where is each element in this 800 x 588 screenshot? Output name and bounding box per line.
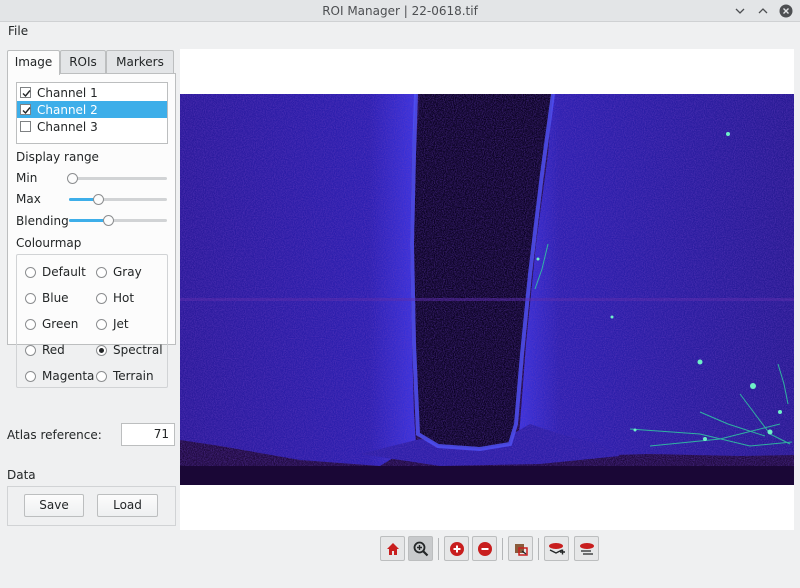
min-slider-handle[interactable] [67,173,78,184]
radio-gray[interactable] [96,266,107,278]
data-group: Save Load [7,486,176,526]
atlas-reference-input[interactable]: 71 [121,423,175,446]
min-label: Min [16,171,38,185]
radio-magenta[interactable] [25,370,36,382]
colourmap-option-terrain[interactable]: Terrain [96,369,154,383]
blending-slider-handle[interactable] [103,215,114,226]
colourmap-option-gray[interactable]: Gray [96,265,142,279]
zoom-icon[interactable] [408,536,433,561]
colourmap-option-red[interactable]: Red [25,343,65,357]
channel-1-checkbox[interactable] [20,87,31,98]
minimize-icon[interactable] [733,4,747,18]
radio-jet-label: Jet [113,317,129,331]
radio-default-label: Default [42,265,86,279]
max-label: Max [16,192,41,206]
colourmap-option-spectral[interactable]: Spectral [96,343,163,357]
fit-icon[interactable] [508,536,533,561]
radio-spectral-label: Spectral [113,343,163,357]
radio-red[interactable] [25,344,36,356]
save-button[interactable]: Save [24,494,84,517]
data-heading: Data [7,468,36,482]
colourmap-option-magenta[interactable]: Magenta [25,369,94,383]
maximize-icon[interactable] [756,4,770,18]
microscopy-image[interactable] [180,94,794,485]
zoom-out-icon[interactable] [472,536,497,561]
colourmap-option-blue[interactable]: Blue [25,291,69,305]
colourmap-option-green[interactable]: Green [25,317,78,331]
tab-image[interactable]: Image [7,50,60,75]
display-range-heading: Display range [16,150,99,164]
load-button[interactable]: Load [97,494,158,517]
radio-green[interactable] [25,318,36,330]
radio-red-label: Red [42,343,65,357]
channel-item-1[interactable]: Channel 1 [17,84,167,101]
blending-label: Blending [16,214,69,228]
radio-hot[interactable] [96,292,107,304]
max-slider-handle[interactable] [93,194,104,205]
toolbar-separator [502,538,503,560]
channel-2-checkbox[interactable] [20,104,31,115]
channel-1-label: Channel 1 [37,85,98,100]
image-canvas[interactable] [180,49,794,530]
home-icon[interactable] [380,536,405,561]
add-marker-icon[interactable] [544,536,569,561]
channel-list[interactable]: Channel 1 Channel 2 Channel 3 [16,82,168,144]
tab-rois[interactable]: ROIs [60,50,106,74]
remove-marker-icon[interactable] [574,536,599,561]
toolbar-separator [538,538,539,560]
radio-gray-label: Gray [113,265,142,279]
window-title: ROI Manager | 22-0618.tif [322,4,478,18]
channel-2-label: Channel 2 [37,102,98,117]
radio-blue-label: Blue [42,291,69,305]
channel-item-3[interactable]: Channel 3 [17,118,167,135]
channel-3-checkbox[interactable] [20,121,31,132]
colourmap-group: Default Gray Blue Hot Green Jet Red Spec… [16,254,168,388]
max-slider[interactable] [69,194,167,205]
zoom-in-icon[interactable] [444,536,469,561]
channel-item-2[interactable]: Channel 2 [17,101,167,118]
radio-terrain[interactable] [96,370,107,382]
colourmap-heading: Colourmap [16,236,82,250]
colourmap-option-jet[interactable]: Jet [96,317,129,331]
menu-bar: File [0,22,800,42]
min-slider[interactable] [67,173,167,184]
radio-green-label: Green [42,317,79,331]
toolbar-separator [438,538,439,560]
tab-markers[interactable]: Markers [106,50,174,74]
radio-default[interactable] [25,266,36,278]
radio-terrain-label: Terrain [113,369,154,383]
close-icon[interactable] [779,4,793,18]
radio-magenta-label: Magenta [42,369,95,383]
menu-file[interactable]: File [8,24,28,38]
radio-jet[interactable] [96,318,107,330]
channel-3-label: Channel 3 [37,119,98,134]
radio-hot-label: Hot [113,291,135,305]
title-bar: ROI Manager | 22-0618.tif [0,0,800,22]
atlas-reference-label: Atlas reference: [7,428,102,442]
radio-blue[interactable] [25,292,36,304]
blending-slider[interactable] [69,215,167,226]
colourmap-option-default[interactable]: Default [25,265,86,279]
image-settings-panel: Channel 1 Channel 2 Channel 3 Display ra… [7,73,176,388]
colourmap-option-hot[interactable]: Hot [96,291,134,305]
radio-spectral[interactable] [96,344,107,356]
